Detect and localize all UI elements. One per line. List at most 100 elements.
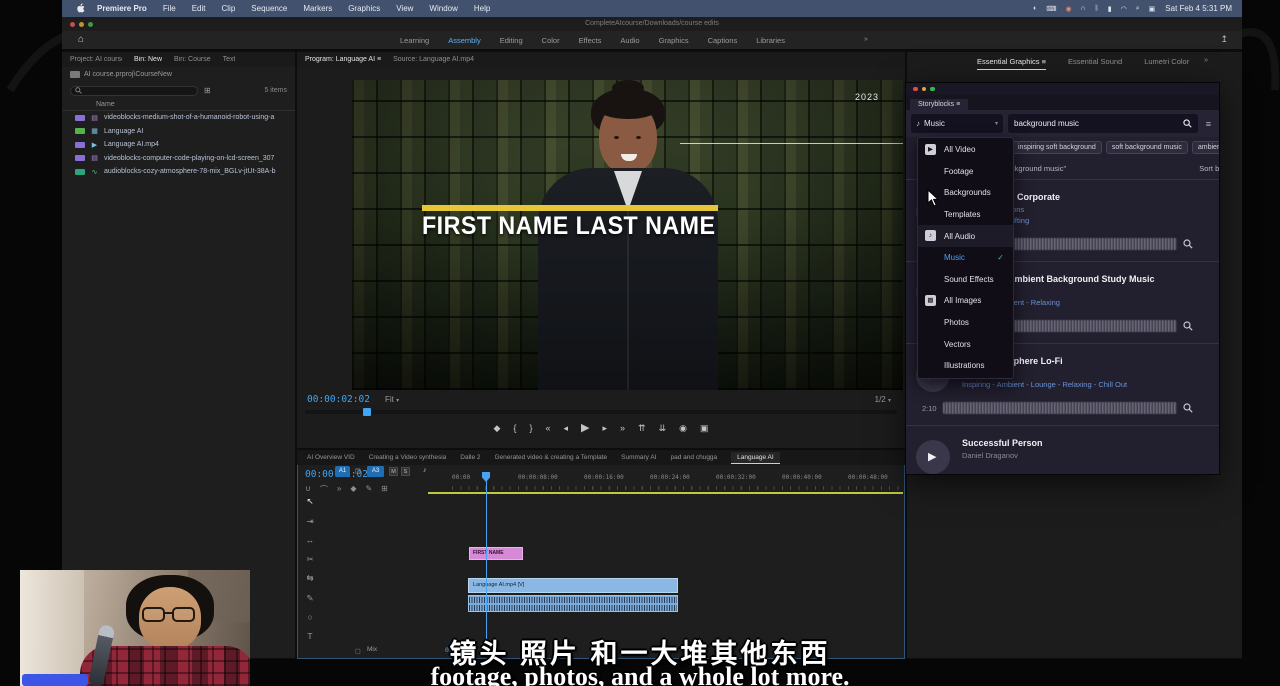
category-menu-item[interactable]: Sound Effects (918, 269, 1013, 291)
workspace-tab[interactable]: Learning (400, 36, 429, 45)
transport-icon[interactable] (638, 422, 646, 434)
tool-icon[interactable]: ✂ (306, 554, 313, 565)
project-panel-tab[interactable]: Text (223, 56, 236, 63)
status-icon[interactable]: ▮ (1108, 5, 1112, 13)
media-category-dropdown[interactable]: ♪ Music ▾ (911, 114, 1003, 133)
lock-icon[interactable]: ◻ (355, 467, 361, 475)
waveform[interactable] (943, 402, 1177, 414)
workspace-tab[interactable]: Captions (708, 36, 738, 45)
menu-item[interactable]: Clip (222, 4, 236, 13)
tool-icon[interactable]: ↖ (306, 496, 313, 507)
menu-item[interactable]: Graphics (348, 4, 380, 13)
transport-icon[interactable] (581, 422, 589, 434)
menu-item[interactable]: File (163, 4, 176, 13)
transport-icon[interactable] (513, 422, 516, 434)
status-icon[interactable]: ◐ (1033, 5, 1037, 13)
category-menu-item[interactable]: Templates (918, 204, 1013, 226)
workspace-overflow-icon[interactable]: » (864, 36, 868, 43)
preview-zoom-icon[interactable] (1183, 403, 1193, 413)
home-icon[interactable]: ⌂ (78, 34, 84, 45)
category-menu-item[interactable]: All Video (918, 139, 1013, 161)
category-menu-item[interactable]: Vectors (918, 333, 1013, 355)
sequence-tab[interactable]: Dalle 2 (460, 454, 480, 461)
track-name[interactable]: A3 (367, 466, 384, 477)
column-header-name[interactable]: Name (62, 99, 295, 111)
status-icon[interactable]: ⌕ (1136, 5, 1140, 13)
transport-icon[interactable] (659, 422, 667, 434)
apple-menu-icon[interactable] (76, 3, 85, 14)
snap-icon[interactable]: ∪ (305, 484, 311, 495)
graphic-clip[interactable]: FIRST NAME (469, 547, 523, 560)
storyblocks-tab[interactable]: Storyblocks ≡ (910, 99, 968, 110)
transport-icon[interactable] (620, 422, 625, 434)
status-icon[interactable]: ◉ (1065, 5, 1071, 13)
file-row[interactable]: Language AI (62, 125, 295, 139)
status-icon[interactable]: ᛒ (1095, 5, 1099, 13)
suggestion-chip[interactable]: ambient (1192, 141, 1219, 154)
pen-icon[interactable]: ✎ (365, 484, 372, 495)
status-icon[interactable]: ▣ (1149, 5, 1156, 13)
menu-item[interactable]: Sequence (251, 4, 287, 13)
category-menu-item[interactable]: Illustrations (918, 355, 1013, 377)
sequence-tab[interactable]: Summary AI (621, 454, 656, 461)
workspace-tab[interactable]: Effects (579, 36, 602, 45)
sequence-tab[interactable]: Language AI (731, 452, 780, 464)
storyblocks-title-bar[interactable] (906, 83, 1219, 95)
file-row[interactable]: videoblocks-medium-shot-of-a-humanoid-ro… (62, 111, 295, 125)
category-menu-item[interactable]: All Audio (918, 225, 1013, 247)
workspace-tab[interactable]: Assembly (448, 36, 481, 45)
menu-item[interactable]: Help (474, 4, 490, 13)
category-menu-item[interactable]: Photos (918, 312, 1013, 334)
program-scrubber[interactable] (305, 410, 897, 414)
suggestion-chip[interactable]: soft background music (1106, 141, 1188, 154)
monitor-tab[interactable]: Program: Language AI ≡ (305, 56, 381, 63)
settings-icon[interactable]: ⊞ (381, 484, 388, 495)
workspace-tab[interactable]: Libraries (756, 36, 785, 45)
menu-item[interactable]: Premiere Pro (97, 4, 147, 13)
scrubber-playhead[interactable] (363, 408, 371, 416)
tool-icon[interactable]: ○ (307, 612, 312, 622)
label-color-chip[interactable] (75, 169, 85, 175)
menu-item[interactable]: Edit (192, 4, 206, 13)
tool-icon[interactable]: ✎ (306, 593, 313, 604)
transport-icon[interactable] (545, 422, 550, 434)
project-search-input[interactable] (70, 86, 198, 96)
sort-dropdown[interactable]: Sort by (1199, 164, 1220, 173)
sequence-tab[interactable]: pad and chugga (671, 454, 718, 461)
tool-icon[interactable]: ⇥ (306, 516, 313, 527)
tool-icon[interactable]: ↔ (306, 535, 315, 545)
menu-item[interactable]: View (396, 4, 413, 13)
label-color-chip[interactable] (75, 155, 85, 161)
label-color-chip[interactable] (75, 142, 85, 148)
right-panel-tab[interactable]: Essential Sound (1068, 57, 1122, 70)
sequence-tab[interactable]: AI Overview VID (307, 454, 355, 461)
monitor-tab[interactable]: Source: Language AI.mp4 (393, 56, 474, 63)
sequence-tab[interactable]: Generated video & creating a Template (495, 454, 608, 461)
solo-button[interactable]: S (401, 467, 410, 476)
linked-selection-icon[interactable]: ⌒ (320, 484, 328, 495)
audio-clip[interactable] (468, 595, 678, 612)
workspace-tab[interactable]: Editing (500, 36, 523, 45)
playback-resolution-dropdown[interactable]: 1/2 ▾ (875, 395, 891, 404)
suggestion-chip[interactable]: inspiring soft background (1012, 141, 1102, 154)
status-icon[interactable]: ∩ (1081, 5, 1086, 13)
mute-button[interactable]: M (389, 467, 398, 476)
transport-icon[interactable] (679, 422, 687, 434)
program-timecode[interactable]: 00:00:02:02 (307, 394, 370, 405)
new-bin-icon[interactable]: ⊞ (204, 86, 211, 95)
transport-icon[interactable] (563, 422, 568, 434)
transport-icon[interactable] (529, 422, 532, 434)
label-color-chip[interactable] (75, 128, 85, 134)
category-menu-item[interactable]: Music (918, 247, 1013, 269)
audio-track[interactable]: ◻ A3 M S ♪ (327, 465, 903, 479)
work-area-bar[interactable] (428, 492, 903, 494)
storyblocks-search-input[interactable]: background music (1008, 114, 1198, 133)
sequence-tab[interactable]: Creating a Video synthesia (369, 454, 447, 461)
workspace-tab[interactable]: Color (542, 36, 560, 45)
status-icon[interactable]: ⌨ (1046, 5, 1056, 13)
category-menu-item[interactable]: All Images (918, 290, 1013, 312)
zoom-level-dropdown[interactable]: Fit ▾ (385, 395, 399, 404)
transport-icon[interactable] (700, 422, 709, 434)
voiceover-mic-icon[interactable]: ♪ (423, 467, 427, 474)
project-panel-tab[interactable]: Project: AI course (70, 56, 122, 63)
